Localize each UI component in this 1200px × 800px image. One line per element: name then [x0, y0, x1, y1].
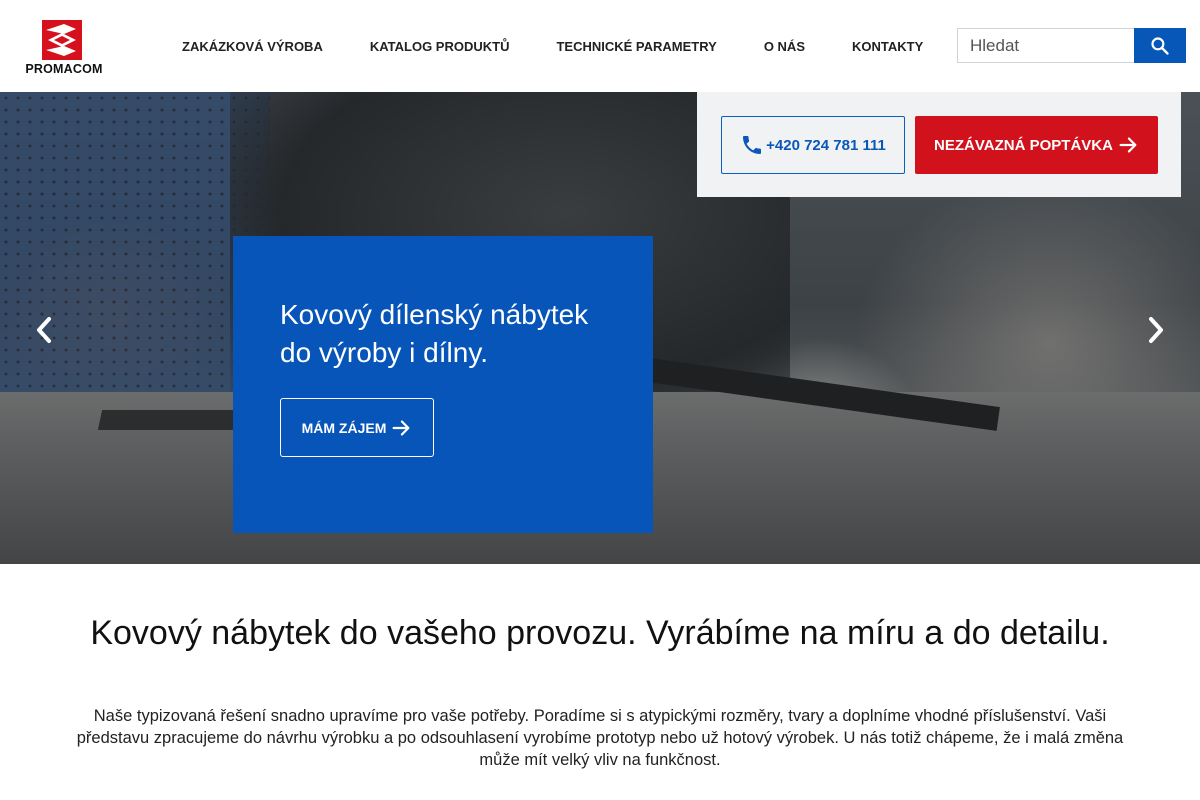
slider-next-button[interactable]: [1141, 310, 1171, 350]
nav-item-zakazkova-vyroba[interactable]: ZAKÁZKOVÁ VÝROBA: [182, 39, 323, 54]
slider-prev-button[interactable]: [29, 310, 59, 350]
inquiry-label: NEZÁVAZNÁ POPTÁVKA: [934, 136, 1113, 154]
search-button[interactable]: [1134, 28, 1186, 63]
nav-item-katalog-produktu[interactable]: KATALOG PRODUKTŮ: [370, 39, 510, 54]
search-icon: [1151, 36, 1169, 55]
chevron-right-icon: [1149, 317, 1163, 343]
arrow-right-icon: [1119, 137, 1137, 153]
nav-item-technicke-parametry[interactable]: TECHNICKÉ PARAMETRY: [556, 39, 716, 54]
interest-label: MÁM ZÁJEM: [301, 419, 387, 436]
search-input[interactable]: [957, 28, 1134, 63]
logo-text: PROMACOM: [25, 62, 103, 76]
search-form: [957, 28, 1186, 63]
hero-heading: Kovový dílenský nábytek do výroby i díln…: [280, 299, 589, 368]
inquiry-button[interactable]: NEZÁVAZNÁ POPTÁVKA: [915, 116, 1158, 174]
hero-caption-panel: Kovový dílenský nábytek do výroby i díln…: [233, 236, 653, 533]
promacom-logo-icon: [42, 20, 82, 60]
interest-button[interactable]: MÁM ZÁJEM: [280, 398, 434, 457]
phone-button[interactable]: +420 724 781 111: [721, 116, 905, 174]
site-header: PROMACOM ZAKÁZKOVÁ VÝROBA KATALOG PRODUK…: [0, 0, 1200, 92]
phone-number: +420 724 781 111: [766, 136, 886, 154]
nav-item-kontakty[interactable]: KONTAKTY: [852, 39, 923, 54]
chevron-left-icon: [37, 317, 51, 343]
logo-link[interactable]: PROMACOM: [24, 20, 104, 76]
section-title: Kovový nábytek do vašeho provozu. Vyrábí…: [90, 614, 1110, 652]
phone-icon: [743, 136, 762, 154]
section-body: Naše typizovaná řešení snadno upravíme p…: [76, 707, 1124, 769]
arrow-right-icon: [392, 419, 410, 436]
contact-box: +420 724 781 111 NEZÁVAZNÁ POPTÁVKA: [697, 92, 1181, 197]
main-nav: ZAKÁZKOVÁ VÝROBA KATALOG PRODUKTŮ TECHNI…: [158, 0, 923, 92]
nav-item-o-nas[interactable]: O NÁS: [764, 39, 805, 54]
